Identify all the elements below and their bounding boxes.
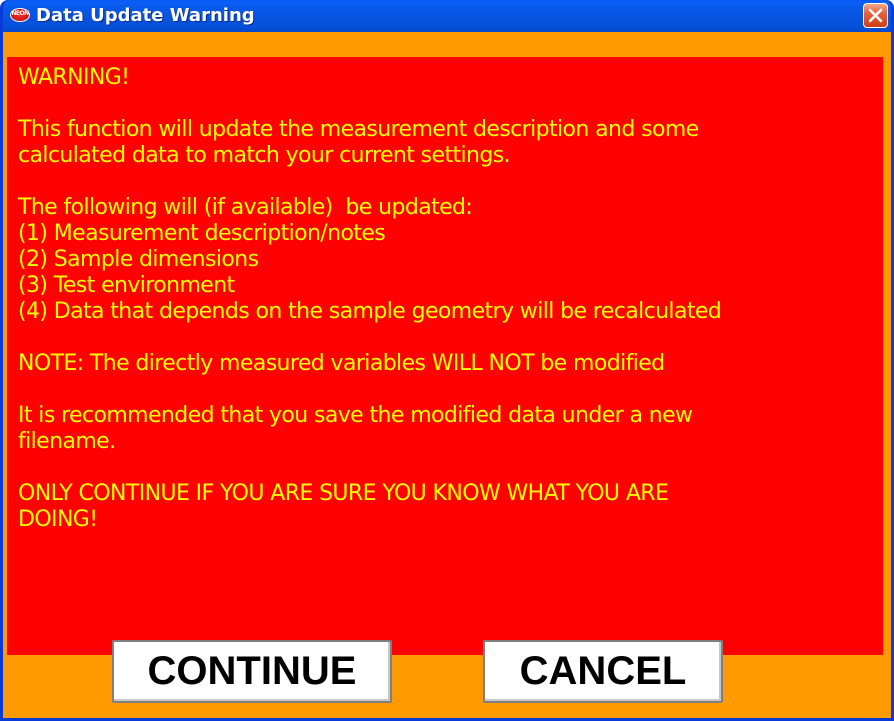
dialog-body: WARNING! This function will update the m… bbox=[3, 32, 891, 718]
warning-message-panel: WARNING! This function will update the m… bbox=[7, 57, 883, 655]
data-update-warning-dialog: NEON Data Update Warning WARNING! This f… bbox=[0, 0, 894, 721]
window-title: Data Update Warning bbox=[36, 5, 255, 26]
close-button[interactable] bbox=[863, 3, 888, 28]
continue-button[interactable]: CONTINUE bbox=[112, 640, 392, 703]
title-bar[interactable]: NEON Data Update Warning bbox=[3, 0, 891, 32]
app-icon-label: NEON bbox=[11, 10, 29, 17]
cancel-button[interactable]: CANCEL bbox=[483, 640, 723, 703]
warning-message-text: WARNING! This function will update the m… bbox=[18, 65, 722, 532]
neon-app-icon: NEON bbox=[10, 8, 30, 22]
close-icon bbox=[868, 8, 883, 23]
